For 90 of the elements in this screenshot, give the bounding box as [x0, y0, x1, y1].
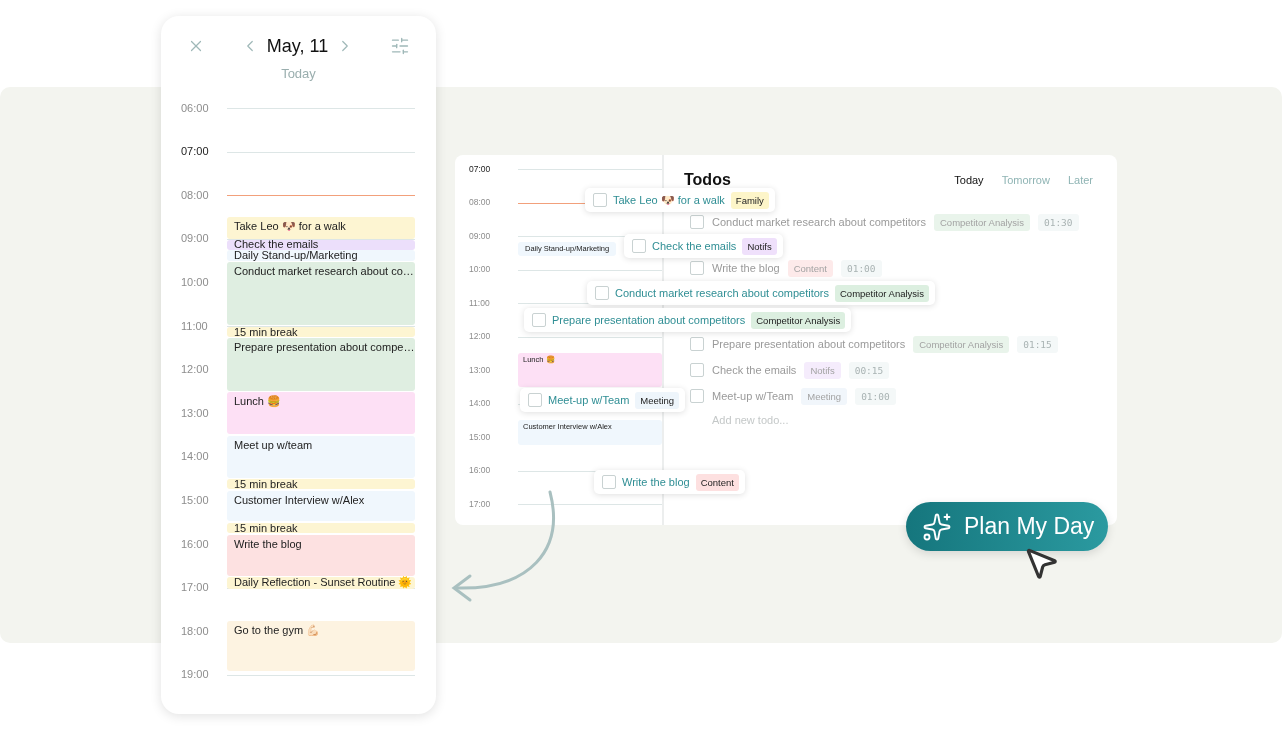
calendar-event[interactable]: Check the emails — [227, 240, 415, 250]
todo-checkbox[interactable] — [593, 193, 607, 207]
hour-label: 15:00 — [469, 432, 491, 442]
todo-tag: Competitor Analysis — [913, 335, 1010, 353]
todo-duration: 00:15 — [848, 361, 890, 379]
todo-duration: 01:00 — [840, 259, 882, 277]
todo-title: Prepare presentation about competitors — [712, 338, 906, 350]
todo-title: Take Leo 🐶 for a walk — [613, 193, 725, 207]
todos-title: Todos — [684, 171, 731, 189]
todo-tag: Content — [695, 473, 739, 491]
calendar-event[interactable]: 15 min break — [227, 522, 415, 534]
date-title: May, 11 — [266, 35, 329, 57]
sparkles-icon — [922, 511, 952, 542]
calendar-event[interactable]: Conduct market research about co… — [227, 262, 415, 326]
todo-title: Write the blog — [622, 476, 690, 488]
hour-label: 10:00 — [469, 265, 491, 274]
plan-my-day-button[interactable]: Plan My Day — [906, 502, 1109, 551]
todo-duration: 01:30 — [1037, 213, 1079, 231]
todo-duration: 01:15 — [1017, 335, 1058, 353]
todo-checkbox[interactable] — [632, 239, 646, 253]
hour-label: 17:00 — [469, 499, 491, 509]
todo-tag: Meeting — [801, 387, 848, 405]
hour-label: 11:00 — [469, 298, 490, 308]
dragged-todo-card[interactable]: Conduct market research about competitors Competitor Analysis — [587, 281, 935, 305]
todo-checkbox[interactable] — [690, 261, 704, 275]
hour-label: 09:00 — [181, 233, 209, 245]
hour-label: 15:00 — [181, 494, 209, 506]
todo-duration: 01:00 — [855, 387, 896, 405]
calendar-event[interactable]: Daily Reflection - Sunset Routine 🌞 — [227, 577, 415, 590]
calendar-event[interactable]: Prepare presentation about compe… — [227, 338, 415, 391]
hour-label: 10:00 — [181, 276, 209, 288]
calendar-event[interactable]: Customer Interview w/Alex — [227, 490, 415, 522]
calendar-event[interactable]: Daily Stand-up/Marketing — [227, 250, 415, 261]
calendar-event[interactable]: 15 min break — [227, 479, 415, 490]
calendar-event[interactable]: Lunch 🍔 — [227, 392, 415, 435]
todo-tag: Content — [787, 259, 833, 277]
dragged-todo-card[interactable]: Prepare presentation about competitors Competitor Analysis — [524, 308, 852, 332]
todo-title: Check the emails — [652, 240, 737, 252]
todo-checkbox[interactable] — [602, 475, 616, 489]
hour-label: 16:00 — [181, 538, 209, 550]
calendar-event[interactable]: Meet up w/team — [227, 435, 415, 478]
hour-label: 08:00 — [181, 189, 209, 201]
today-label: Today — [280, 66, 317, 81]
todo-tag: Meeting — [635, 391, 680, 409]
todo-tag: Competitor Analysis — [934, 213, 1030, 231]
todo-checkbox[interactable] — [528, 393, 542, 407]
hour-label: 08:00 — [469, 198, 491, 207]
hour-label: 19:00 — [181, 669, 209, 681]
todo-tag: Competitor Analysis — [751, 311, 846, 329]
hour-label: 06:00 — [181, 102, 209, 114]
todo-title: Prepare presentation about competitors — [552, 314, 746, 326]
hour-label: 18:00 — [181, 625, 209, 637]
hour-label: 09:00 — [469, 231, 491, 241]
dragged-todo-card[interactable]: Write the blog Content — [594, 470, 745, 494]
hour-label: 14:00 — [181, 451, 209, 463]
hour-label: 11:00 — [181, 320, 208, 332]
day-tab[interactable]: Today — [954, 174, 984, 186]
hour-label: 13:00 — [181, 407, 209, 419]
todo-checkbox[interactable] — [690, 215, 704, 229]
todo-checkbox[interactable] — [532, 313, 546, 327]
sliders-icon[interactable] — [390, 36, 410, 56]
calendar-event[interactable]: Take Leo 🐶 for a walk — [227, 217, 415, 239]
todo-tag: Notifs — [742, 237, 777, 255]
todo-checkbox[interactable] — [690, 389, 704, 403]
todo-checkbox[interactable] — [690, 337, 704, 351]
todo-title: Meet-up w/Team — [548, 394, 630, 406]
todo-title: Write the blog — [712, 262, 780, 274]
todo-tag: Competitor Analysis — [835, 284, 929, 302]
dragged-todo-card[interactable]: Meet-up w/Team Meeting — [520, 388, 686, 412]
hour-label: 13:00 — [469, 365, 491, 375]
todo-title: Conduct market research about competitors — [615, 287, 829, 299]
calendar-event[interactable]: Go to the gym 💪🏻 — [227, 621, 415, 672]
todo-title: Meet-up w/Team — [712, 390, 794, 402]
hour-label: 17:00 — [181, 582, 209, 594]
todo-checkbox[interactable] — [690, 363, 704, 377]
hour-label: 16:00 — [469, 466, 491, 475]
dragged-todo-card[interactable]: Take Leo 🐶 for a walk Family — [585, 188, 775, 212]
todo-tag: Notifs — [804, 361, 841, 379]
hour-label: 12:00 — [469, 332, 491, 341]
todo-tag: Family — [730, 191, 769, 209]
hour-label: 07:00 — [181, 146, 209, 158]
todo-title: Check the emails — [712, 364, 797, 376]
hour-label: 07:00 — [469, 164, 491, 174]
hour-label: 14:00 — [469, 399, 491, 408]
todo-checkbox[interactable] — [595, 286, 609, 300]
calendar-event[interactable]: Write the blog — [227, 534, 415, 576]
dragged-todo-card[interactable]: Check the emails Notifs — [624, 234, 783, 258]
calendar-event[interactable]: 15 min break — [227, 326, 415, 337]
hour-label: 12:00 — [181, 364, 209, 376]
todo-title: Conduct market research about competitors — [712, 216, 926, 228]
